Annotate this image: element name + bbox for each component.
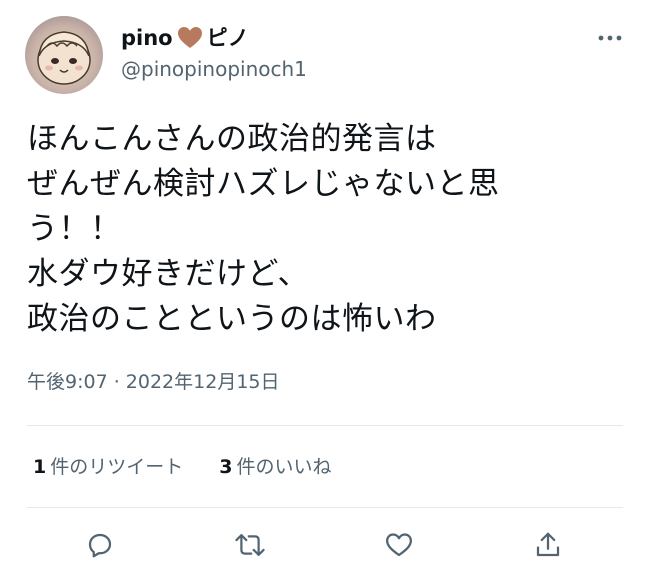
tweet-text: ほんこんさんの政治的発言は ぜんぜん検討ハズレじゃないと思 う！！ 水ダウ好きだ… — [27, 117, 617, 342]
tweet-line: ほんこんさんの政治的発言は — [27, 121, 437, 157]
avatar[interactable] — [25, 16, 103, 94]
display-name-suffix: ピノ — [206, 26, 249, 50]
retweet-button[interactable] — [230, 525, 270, 565]
action-bar — [0, 525, 650, 569]
divider — [27, 425, 623, 426]
like-icon — [386, 533, 412, 557]
likes-stat[interactable]: 3 件のいいね — [219, 454, 331, 480]
likes-label: 件のいいね — [236, 456, 332, 478]
share-button[interactable] — [528, 525, 568, 565]
reply-button[interactable] — [80, 525, 120, 565]
share-icon — [536, 532, 560, 557]
like-button[interactable] — [379, 525, 419, 565]
tweet-line: う！！ — [27, 211, 122, 247]
more-icon[interactable] — [596, 28, 624, 48]
retweets-stat[interactable]: 1 件のリツイート — [33, 454, 183, 480]
reply-icon — [88, 533, 112, 558]
retweets-label: 件のリツイート — [50, 456, 184, 478]
display-name[interactable]: pino ピノ — [121, 24, 249, 52]
engagement-stats: 1 件のリツイート 3 件のいいね — [33, 454, 332, 480]
tweet-line: ぜんぜん検討ハズレじゃないと思 — [27, 166, 500, 202]
retweets-count: 1 — [33, 456, 47, 478]
avatar-image — [37, 31, 91, 85]
divider — [27, 507, 623, 508]
display-name-text: pino — [121, 26, 173, 50]
heart-emoji-icon — [177, 27, 202, 48]
user-handle[interactable]: @pinopinopinoch1 — [121, 56, 307, 82]
tweet-line: 水ダウ好きだけど、 — [27, 256, 309, 292]
tweet-timestamp[interactable]: 午後9:07 · 2022年12月15日 — [27, 369, 280, 395]
likes-count: 3 — [219, 456, 233, 478]
tweet-line: 政治のことというのは怖いわ — [27, 301, 437, 337]
retweet-icon — [235, 534, 265, 556]
